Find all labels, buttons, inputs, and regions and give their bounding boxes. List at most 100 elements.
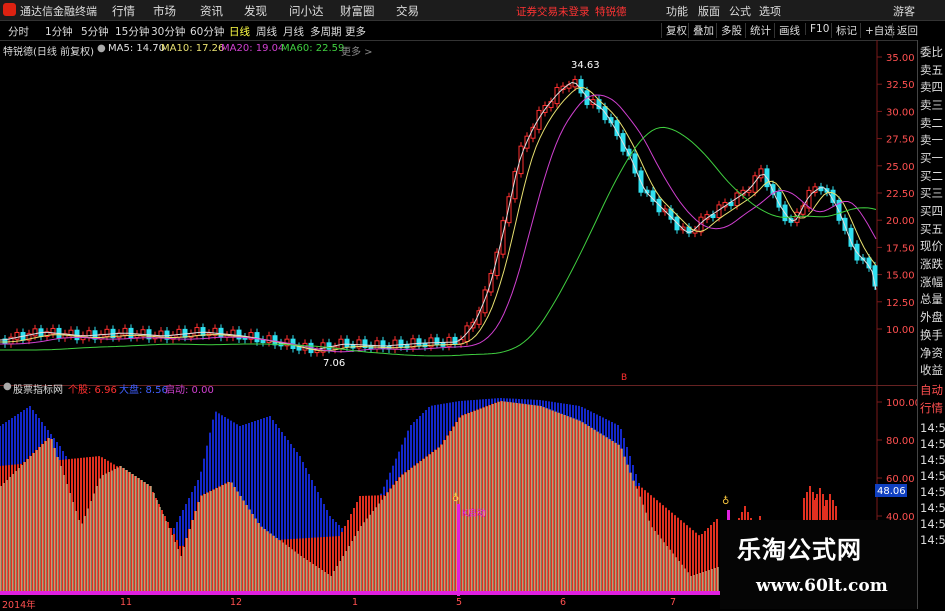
add-watchlist-button[interactable]: +自选 (860, 23, 895, 38)
candle-body (122, 327, 128, 336)
tab-weekly[interactable]: 周线 (256, 24, 277, 39)
tab-multi-period[interactable]: 多周期 (310, 24, 342, 39)
quote-panel-label: 外盘 (920, 310, 943, 324)
multi-stock-button[interactable]: 多股 (716, 23, 742, 38)
candle-body (326, 342, 332, 350)
quote-panel-label: 14:5 (920, 517, 945, 531)
adjust-button[interactable]: 复权 (661, 23, 687, 38)
candle-body (452, 336, 458, 345)
price-tick-label: 27.50 (886, 135, 915, 146)
tab-60min[interactable]: 60分钟 (190, 24, 224, 39)
menu-item-ask[interactable]: 问小达 (289, 3, 324, 19)
tab-monthly[interactable]: 月线 (283, 24, 304, 39)
stock-tag: 特锐德 (595, 6, 627, 18)
candle-body (104, 328, 110, 337)
menu-function[interactable]: 功能 (666, 3, 688, 19)
x-label: 6 (560, 597, 567, 608)
quote-panel-label: 卖五 (920, 63, 943, 77)
quote-panel-label: 买四 (920, 204, 943, 218)
quote-panel-label: 涨跌 (920, 257, 943, 271)
mark-button[interactable]: 标记 (831, 23, 857, 38)
quote-panel-label: 卖二 (920, 116, 943, 130)
low-price-label: 7.06 (323, 358, 345, 369)
f10-button[interactable]: F10 (805, 23, 829, 35)
back-button[interactable]: 返回 (892, 23, 918, 38)
overlay-button[interactable]: 叠加 (688, 23, 714, 38)
quote-panel-label: 委比 (920, 45, 943, 59)
ma10-line (0, 86, 877, 352)
ma-lines (0, 81, 877, 357)
quote-panel-label: 14:5 (920, 485, 945, 499)
menu-options[interactable]: 选项 (759, 3, 781, 19)
quote-panel-label: 现价 (920, 239, 943, 253)
menu-item-news[interactable]: 资讯 (200, 3, 223, 19)
tab-daily[interactable]: 日线 (229, 24, 250, 39)
quote-panel-label: 14:5 (920, 501, 945, 515)
tab-more[interactable]: 更多 (345, 24, 366, 39)
candle-body (776, 191, 782, 208)
ma20-line (0, 94, 877, 353)
watermark-url: www.60lt.com (756, 576, 888, 596)
quote-panel-label[interactable]: 自动 (920, 384, 943, 397)
quote-panel-label[interactable]: 行情 (920, 402, 943, 415)
menu-item-wealth[interactable]: 财富圈 (340, 3, 375, 19)
quote-panel-label: 总量 (920, 292, 943, 306)
price-tick-label: 20.00 (886, 216, 915, 227)
menu-item-trade[interactable]: 交易 (396, 3, 419, 19)
indicator-tick-label: 80.00 (886, 436, 915, 447)
menu-item-discover[interactable]: 发现 (244, 3, 267, 19)
tab-15min[interactable]: 15分钟 (115, 24, 149, 39)
gear-icon[interactable]: ● (97, 43, 106, 54)
ma5-line (0, 81, 877, 350)
more-menu[interactable]: 更多 > (341, 43, 373, 58)
candle-body (272, 335, 278, 346)
app-title: 通达信金融终端 (20, 5, 97, 18)
indicator-title: 股票指标网 (13, 385, 63, 396)
stats-button[interactable]: 统计 (745, 23, 771, 38)
high-price-label: 34.63 (571, 60, 600, 71)
indicator-tick-label: 60.00 (886, 474, 915, 485)
quote-panel-label: 卖三 (920, 98, 943, 112)
period-toolbar: 分时 1分钟 5分钟 15分钟 30分钟 60分钟 日线 周线 月线 多周期 更… (0, 21, 945, 41)
tab-1min[interactable]: 1分钟 (45, 24, 73, 39)
menu-item-quotes[interactable]: 行情 (112, 3, 135, 19)
candle-body (194, 327, 200, 336)
quote-panel-label: 14:5 (920, 469, 945, 483)
candles (2, 75, 878, 357)
candle-body (374, 340, 380, 350)
candle-body (464, 325, 470, 342)
candle-body (344, 338, 350, 348)
signal-marker: B (621, 373, 627, 383)
candle-body (32, 328, 38, 337)
tab-intraday[interactable]: 分时 (8, 24, 29, 39)
stock-label: 特锐德(日线 前复权) (3, 47, 94, 58)
quote-panel-label: 卖一 (920, 133, 943, 147)
candle-body (434, 337, 440, 346)
quote-panel: 委比 卖五 卖四 卖三 卖二 卖一 买一 买二 买三 买四 买五 现价 涨跌 涨幅 总量 外盘 换手 净资 收益 自动… (917, 40, 945, 609)
menu-layout[interactable]: 版面 (698, 3, 720, 19)
indicator-menu-icon[interactable]: ● (3, 381, 12, 392)
indicator-tick-label: 100.00 (886, 398, 917, 409)
candlestick-chart[interactable]: 35.00 32.50 30.00 27.50 25.00 22.50 20.00 17.50… (0, 40, 917, 385)
login-warning[interactable]: 证券交易未登录 (516, 4, 590, 19)
price-tick-label: 12.50 (886, 298, 915, 309)
menu-bar: 通达信金融终端 行情 市场 资讯 发现 问小达 财富圈 交易 证券交易未登录 特… (0, 0, 945, 21)
menu-formula[interactable]: 公式 (729, 3, 751, 19)
quote-panel-label: 卖四 (920, 80, 943, 94)
menu-item-market[interactable]: 市场 (153, 3, 176, 19)
price-tick-label: 10.00 (886, 325, 915, 336)
ma5-legend: MA5: 14.70 (108, 43, 166, 54)
tab-5min[interactable]: 5分钟 (81, 24, 109, 39)
draw-button[interactable]: 画线 (774, 23, 800, 38)
price-tick-label: 22.50 (886, 189, 915, 200)
date-axis: 2014年 11 12 1 5 6 7 (0, 597, 720, 611)
quote-panel-label: 14:5 (920, 421, 945, 435)
x-label: 1 (352, 597, 359, 608)
candle-body (266, 335, 272, 344)
guest-label[interactable]: 游客 (893, 3, 915, 19)
tab-30min[interactable]: 30分钟 (151, 24, 185, 39)
quote-panel-label: 买三 (920, 186, 943, 200)
candle-body (200, 327, 206, 337)
candle-body (14, 331, 20, 340)
indicator-bars (0, 398, 837, 591)
